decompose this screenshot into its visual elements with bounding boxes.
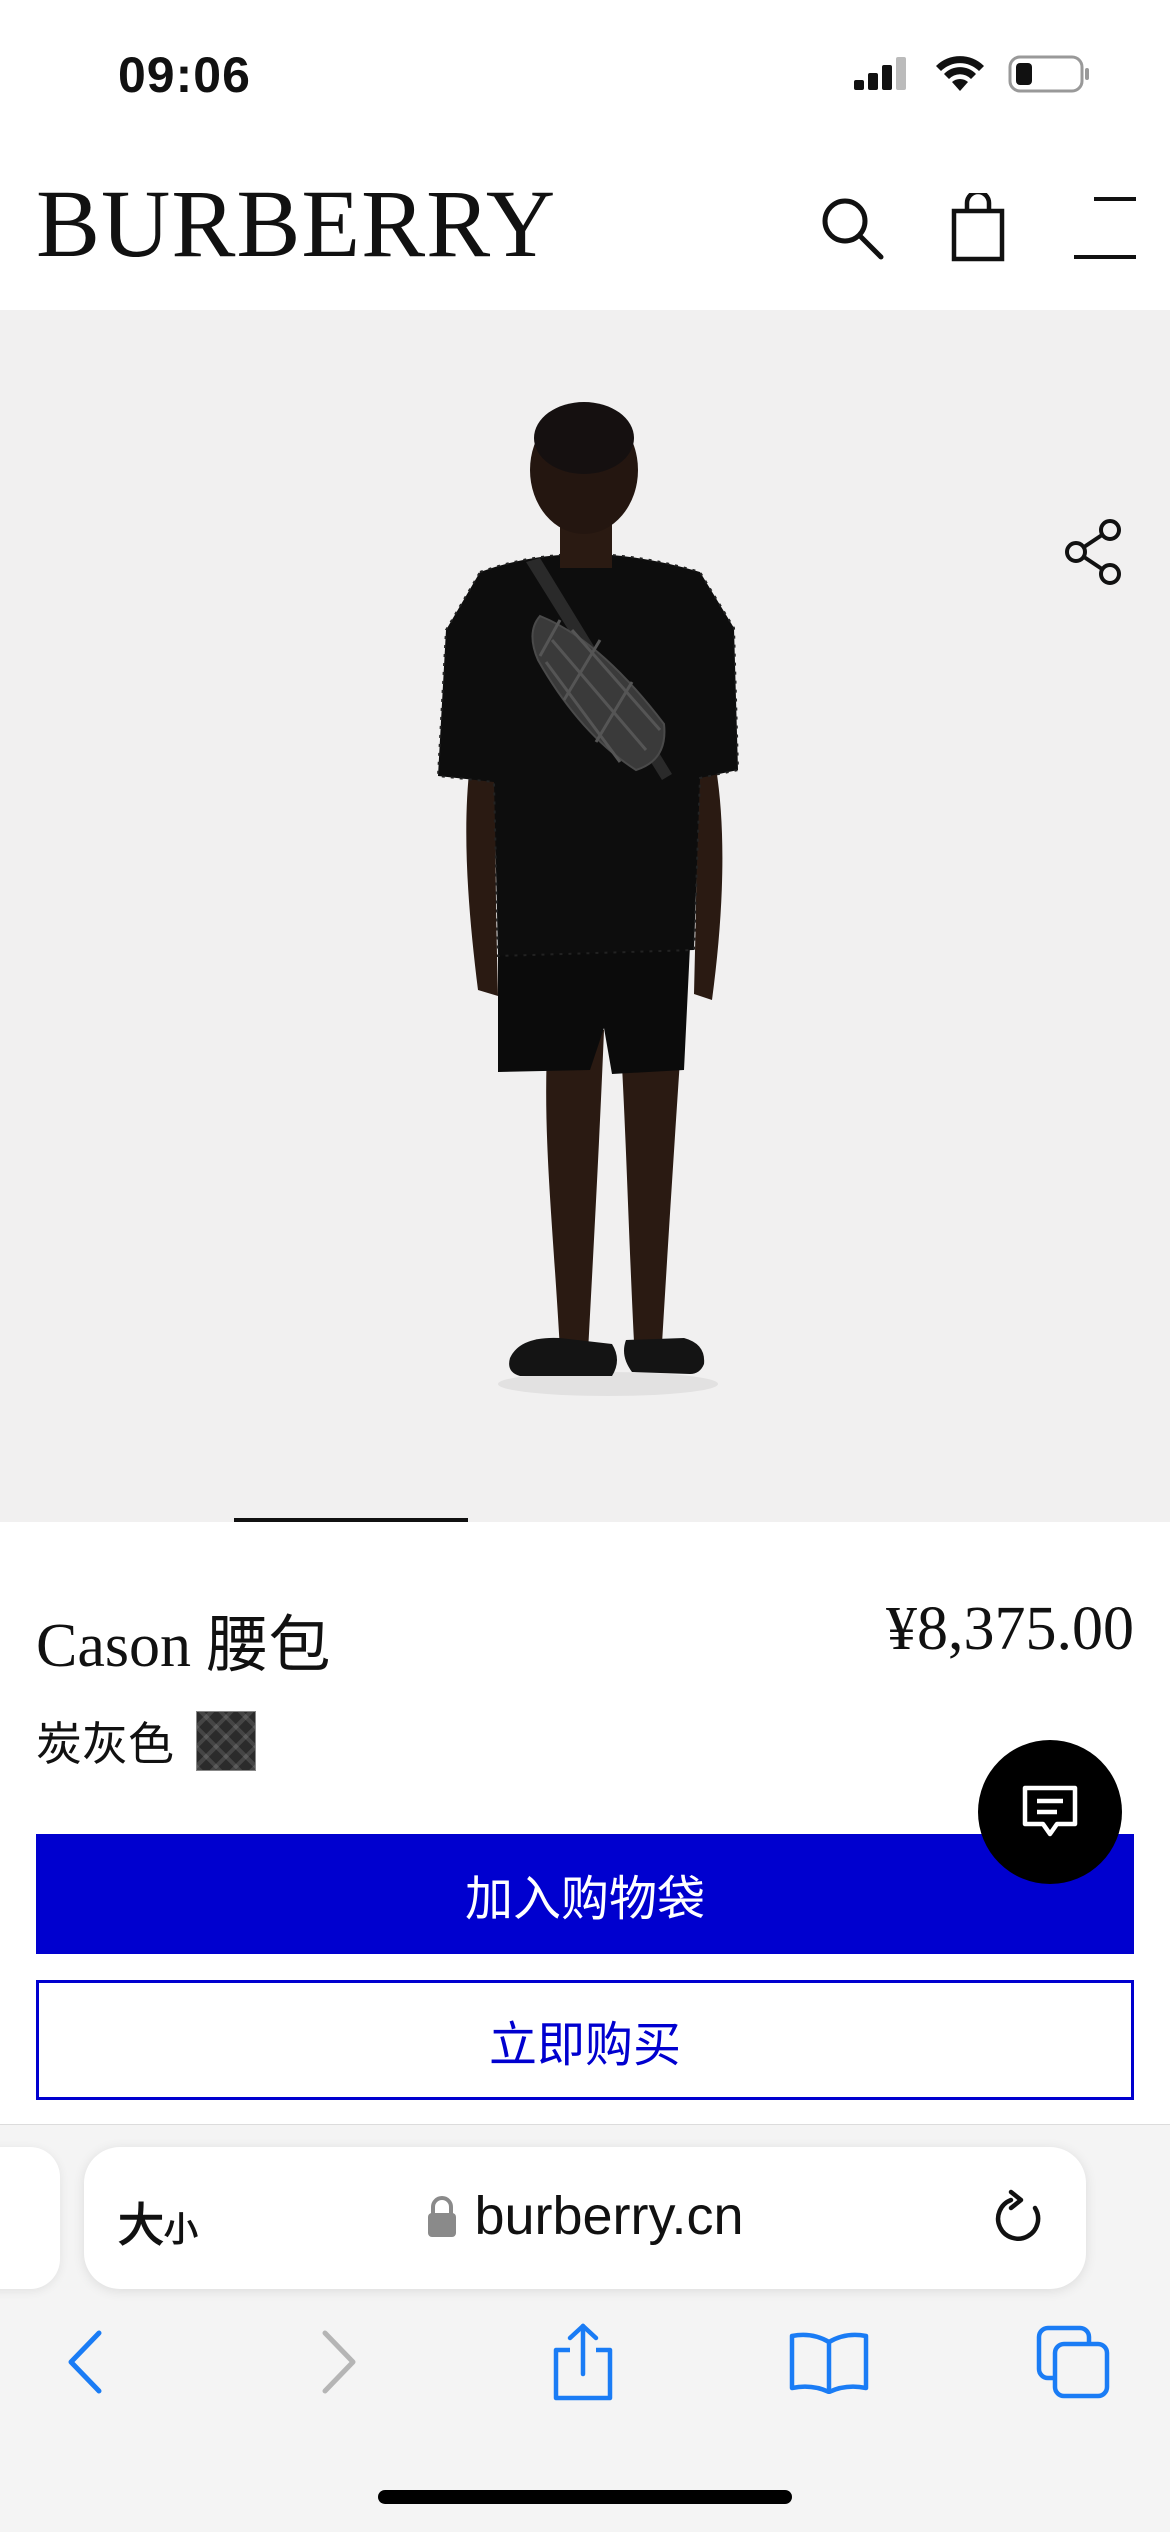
back-icon [68,2330,102,2394]
forward-icon [322,2330,356,2394]
product-image[interactable] [0,310,1170,1522]
signal-icon [854,57,906,90]
address-bar[interactable]: 大小 burberry.cn [84,2147,1086,2289]
status-icons [852,54,1090,94]
chat-icon [1022,1785,1078,1837]
shopping-bag-button[interactable] [938,188,1018,268]
menu-icon [1074,197,1136,259]
reload-button[interactable] [986,2185,1052,2251]
previous-tab-peek[interactable] [0,2147,60,2289]
add-to-bag-button[interactable]: 加入购物袋 [36,1834,1134,1954]
chat-button[interactable] [978,1740,1122,1884]
tabs-button[interactable] [1018,2307,1128,2417]
color-swatch[interactable] [196,1711,256,1771]
battery-icon [1008,55,1089,93]
bookmarks-icon [789,2332,869,2394]
browser-chrome: 大小 burberry.cn [0,2124,1170,2532]
site-header: BURBERRY [0,150,1170,310]
model-illustration [436,402,740,1396]
status-bar: 09:06 [0,0,1170,150]
shopping-bag-icon [951,193,1005,262]
color-selector[interactable]: 炭灰色 [36,1708,256,1774]
product-title: Cason 腰包 [36,1612,331,1680]
wifi-icon [936,56,984,91]
share-sheet-icon [553,2323,613,2401]
product-price: ¥8,375.00 [886,1595,1134,1663]
bookmarks-button[interactable] [774,2307,884,2417]
carousel-indicator[interactable] [234,1518,468,1522]
forward-button[interactable] [284,2307,394,2417]
share-button[interactable] [1058,516,1130,588]
search-button[interactable] [812,188,892,268]
status-time: 09:06 [118,47,251,103]
home-indicator[interactable] [378,2490,792,2504]
url-display[interactable]: burberry.cn [84,2185,1086,2247]
back-button[interactable] [30,2307,140,2417]
menu-button[interactable] [1064,188,1146,268]
tabs-icon [1036,2325,1110,2399]
color-name: 炭灰色 [36,1717,174,1771]
buy-now-button[interactable]: 立即购买 [36,1980,1134,2100]
lock-icon [428,2196,457,2237]
share-sheet-button[interactable] [528,2307,638,2417]
search-icon [822,198,884,260]
brand-logo[interactable]: BURBERRY [36,176,556,272]
reload-icon [995,2189,1041,2241]
url-text: burberry.cn [474,2186,744,2246]
browser-toolbar [0,2307,1170,2427]
share-icon [1065,519,1121,585]
